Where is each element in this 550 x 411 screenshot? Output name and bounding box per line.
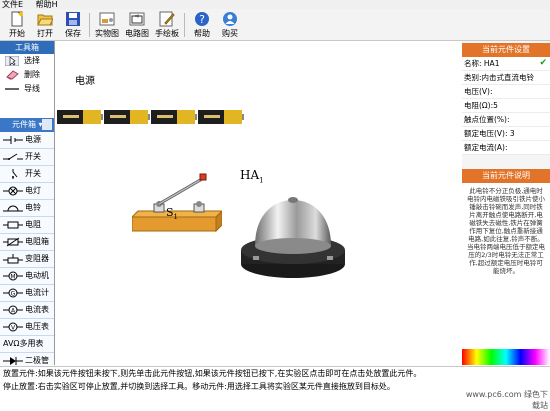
prop-rated-voltage[interactable]: 额定电压(V): 3 xyxy=(462,127,550,141)
component-bell[interactable]: 电铃 xyxy=(0,200,54,217)
battery-symbol-icon xyxy=(3,136,23,144)
menu-help[interactable]: 帮助H xyxy=(36,0,58,9)
svg-text:?: ? xyxy=(199,13,205,26)
component-multimeter[interactable]: AVΩ多用表 xyxy=(0,336,54,353)
properties-header: 当前元件设置 xyxy=(462,43,550,57)
circuit-diagram-icon xyxy=(129,12,145,26)
help-icon: ? xyxy=(195,12,209,26)
open-button[interactable]: 打开 xyxy=(30,11,60,39)
svg-text:M: M xyxy=(10,274,15,281)
rheostat-symbol-icon xyxy=(3,254,23,264)
component-motor[interactable]: M 电动机 xyxy=(0,268,54,285)
prop-contact[interactable]: 触点位置(%): xyxy=(462,113,550,127)
resistor-box-symbol-icon xyxy=(3,237,23,247)
right-panel: 当前元件设置 名称: HA1 ✔ 类别:内击式直流电铃 电压(V): 电阻(Ω):… xyxy=(462,41,550,365)
menu-bar: 文件E 帮助H xyxy=(0,0,550,9)
eraser-icon xyxy=(6,70,19,80)
lamp-symbol-icon xyxy=(3,186,23,196)
color-palette[interactable] xyxy=(462,349,550,365)
wire-icon xyxy=(5,88,19,90)
multimeter-symbol-icon: AVΩ xyxy=(3,339,20,348)
component-resistor-box[interactable]: 电阻箱 xyxy=(0,234,54,251)
switch-symbol-icon xyxy=(3,153,23,160)
ammeter-symbol-icon: A xyxy=(3,305,23,315)
svg-text:G: G xyxy=(11,291,16,298)
power-label: 电源 xyxy=(75,76,95,87)
description-panel: 当前元件说明 此电铃不分正负极,通电时电铃内电磁铁吸引铁片使小锤敲击铃碗而发声,… xyxy=(462,169,550,349)
battery-4[interactable] xyxy=(198,109,244,125)
motor-symbol-icon: M xyxy=(3,271,23,281)
switch-symbol-2-icon xyxy=(12,169,18,179)
description-text: 此电铃不分正负极,通电时电铃内电磁铁吸引铁片使小锤敲击铃碗而发声,同时铁片离开触… xyxy=(467,187,545,275)
component-ammeter[interactable]: A 电流表 xyxy=(0,302,54,319)
buy-button[interactable]: 购买 xyxy=(215,11,245,39)
experiment-canvas[interactable]: 电源 S1 HA1 xyxy=(55,41,460,365)
component-rheostat[interactable]: 变阻器 xyxy=(0,251,54,268)
component-lamp[interactable]: 电灯 xyxy=(0,183,54,200)
toolbar-separator-2 xyxy=(184,13,185,37)
galvanometer-symbol-icon: G xyxy=(3,288,23,298)
help-button[interactable]: ? 帮助 xyxy=(187,11,217,39)
component-box-header[interactable]: 元件箱 ▾ xyxy=(0,118,54,132)
voltmeter-symbol-icon: V xyxy=(3,322,23,332)
physical-view-icon xyxy=(99,12,115,26)
menu-file[interactable]: 文件E xyxy=(2,0,23,9)
save-button[interactable]: 保存 xyxy=(58,11,88,39)
battery-2[interactable] xyxy=(104,109,150,125)
resistor-symbol-icon xyxy=(3,221,23,229)
status-line-1: 放置元件:如果该元件按钮未按下,则先单击此元件按钮,如果该元件按钮已按下,在实验… xyxy=(3,369,422,378)
bell-symbol-icon xyxy=(3,205,23,212)
open-folder-icon xyxy=(37,14,53,26)
save-icon xyxy=(66,12,80,26)
prop-voltage[interactable]: 电压(V): xyxy=(462,85,550,99)
toolbox-header: 工具箱 xyxy=(0,41,54,54)
tool-select[interactable]: 选择 xyxy=(0,54,54,68)
component-resistor[interactable]: 电阻 xyxy=(0,217,54,234)
component-voltmeter[interactable]: V 电压表 xyxy=(0,319,54,336)
prop-name[interactable]: 名称: HA1 ✔ xyxy=(462,57,550,71)
watermark: www.pc6.com 绿色下载站 xyxy=(465,390,548,410)
description-header: 当前元件说明 xyxy=(462,169,550,183)
check-icon[interactable]: ✔ xyxy=(539,57,547,70)
component-galvanometer[interactable]: G 电流计 xyxy=(0,285,54,302)
electric-bell[interactable] xyxy=(233,180,353,290)
prop-type: 类别:内击式直流电铃 xyxy=(462,71,550,85)
component-switch[interactable]: 开关 xyxy=(0,149,54,166)
circuit-diagram-button[interactable]: 电路图 xyxy=(122,11,152,39)
tool-wire[interactable]: 导线 xyxy=(0,82,54,96)
battery-3[interactable] xyxy=(151,109,197,125)
drawing-board-button[interactable]: 手绘板 xyxy=(152,11,182,39)
scroll-up-icon[interactable] xyxy=(42,119,52,130)
toolbar-separator xyxy=(89,13,90,37)
drawing-board-icon xyxy=(159,11,175,27)
component-power[interactable]: 电源 xyxy=(0,132,54,149)
component-switch-2[interactable]: 开关 xyxy=(0,166,54,183)
pointer-icon xyxy=(5,56,19,66)
switch-label: S1 xyxy=(166,206,179,222)
battery-1[interactable] xyxy=(57,109,103,125)
toolbar: 开始 打开 保存 实物图 电路图 手绘板 ? 帮助 购买 xyxy=(0,9,550,41)
new-button[interactable]: 开始 xyxy=(2,11,32,39)
physical-view-button[interactable]: 实物图 xyxy=(92,11,122,39)
left-panel: 工具箱 选择 删除 导线 元件箱 ▾ 电源 开关 开关 电灯 电铃 电阻 电阻箱… xyxy=(0,41,55,370)
prop-rated-current[interactable]: 额定电流(A): xyxy=(462,141,550,155)
prop-resistance[interactable]: 电阻(Ω):5 xyxy=(462,99,550,113)
tool-delete[interactable]: 删除 xyxy=(0,68,54,82)
diode-symbol-icon xyxy=(3,357,23,365)
buy-icon xyxy=(223,12,237,26)
new-file-icon xyxy=(11,11,23,27)
